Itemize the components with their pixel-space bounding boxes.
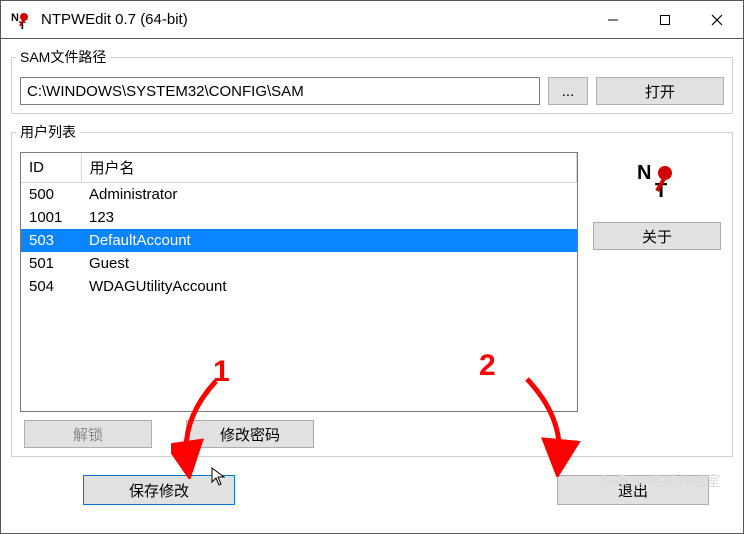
unlock-button[interactable]: 解锁: [24, 420, 152, 448]
table-row[interactable]: 503DefaultAccount: [21, 229, 577, 252]
minimize-button[interactable]: [587, 1, 639, 38]
about-button[interactable]: 关于: [593, 222, 721, 250]
sam-path-input[interactable]: [20, 77, 540, 105]
window-controls: [587, 1, 743, 38]
cell-username: Administrator: [81, 183, 577, 207]
user-list-legend: 用户列表: [16, 122, 80, 142]
browse-button[interactable]: ...: [548, 77, 588, 105]
app-icon: N T: [9, 8, 33, 32]
table-row[interactable]: 501Guest: [21, 252, 577, 275]
app-logo: N T: [607, 156, 707, 204]
sam-path-legend: SAM文件路径: [16, 47, 110, 67]
window-title: NTPWEdit 0.7 (64-bit): [39, 11, 587, 28]
close-button[interactable]: [691, 1, 743, 38]
cell-username: DefaultAccount: [81, 229, 577, 252]
cell-username: WDAGUtilityAccount: [81, 275, 577, 298]
user-list-group: 用户列表 ID 用户名 500Administrator1001123503De…: [11, 122, 733, 457]
table-row[interactable]: 1001123: [21, 206, 577, 229]
cell-id: 503: [21, 229, 81, 252]
svg-text:N: N: [11, 12, 19, 24]
mouse-cursor-icon: [211, 467, 227, 492]
titlebar: N T NTPWEdit 0.7 (64-bit): [1, 1, 743, 39]
user-listbox[interactable]: ID 用户名 500Administrator1001123503Default…: [20, 152, 578, 412]
column-username[interactable]: 用户名: [81, 153, 577, 183]
cell-id: 504: [21, 275, 81, 298]
cell-username: 123: [81, 206, 577, 229]
cell-id: 501: [21, 252, 81, 275]
svg-text:N: N: [637, 162, 651, 184]
sam-path-group: SAM文件路径 ... 打开: [11, 47, 733, 114]
table-row[interactable]: 504WDAGUtilityAccount: [21, 275, 577, 298]
open-button[interactable]: 打开: [596, 77, 724, 105]
table-row[interactable]: 500Administrator: [21, 183, 577, 207]
column-id[interactable]: ID: [21, 153, 81, 183]
cell-username: Guest: [81, 252, 577, 275]
cell-id: 500: [21, 183, 81, 207]
maximize-button[interactable]: [639, 1, 691, 38]
change-password-button[interactable]: 修改密码: [186, 420, 314, 448]
watermark-text: 头条 @搞机作战室: [600, 471, 721, 491]
cell-id: 1001: [21, 206, 81, 229]
